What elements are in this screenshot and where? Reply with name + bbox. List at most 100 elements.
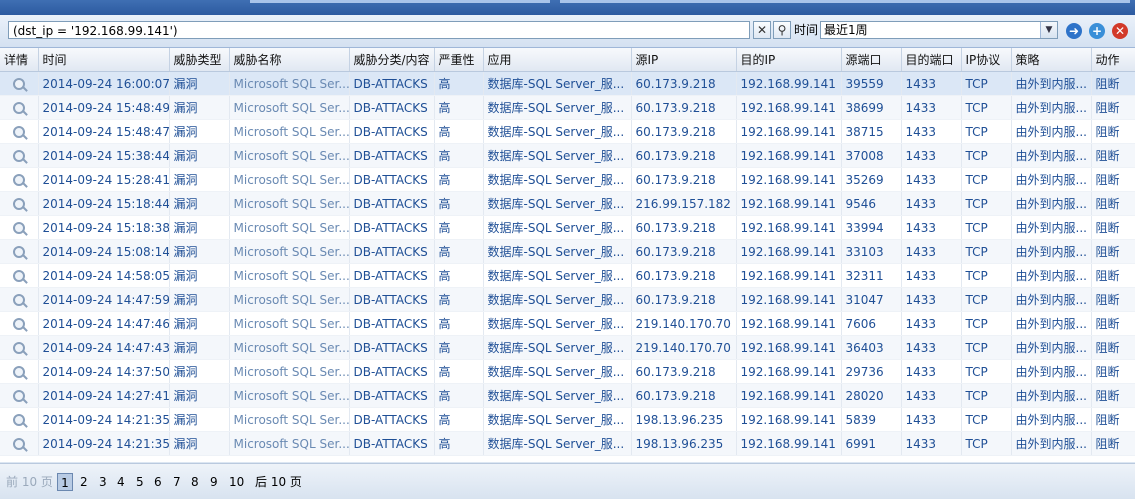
table-cell[interactable]: 数据库-SQL Server_服... xyxy=(483,263,632,288)
table-row[interactable]: 2014-09-24 16:00:07 漏洞 Microsoft SQL Ser..… xyxy=(0,71,1135,96)
table-cell[interactable]: 阻断 xyxy=(1091,263,1135,288)
table-cell[interactable]: 阻断 xyxy=(1091,167,1135,192)
table-row[interactable]: 2014-09-24 14:21:35 漏洞 Microsoft SQL Ser..… xyxy=(0,407,1135,432)
table-cell[interactable]: 阻断 xyxy=(1091,311,1135,336)
column-header[interactable]: 动作 xyxy=(1091,48,1135,72)
page-link[interactable]: 3 xyxy=(99,473,107,491)
table-cell[interactable]: DB-ATTACKS xyxy=(349,71,435,96)
table-cell[interactable]: 数据库-SQL Server_服... xyxy=(483,143,632,168)
table-cell[interactable]: 数据库-SQL Server_服... xyxy=(483,383,632,408)
magnifier-icon[interactable] xyxy=(12,294,25,306)
table-cell[interactable]: DB-ATTACKS xyxy=(349,143,435,168)
table-row[interactable]: 2014-09-24 15:08:14 漏洞 Microsoft SQL Ser..… xyxy=(0,239,1135,264)
column-header[interactable]: 威胁分类/内容 xyxy=(349,48,435,72)
table-cell[interactable]: 漏洞 xyxy=(169,191,230,216)
table-cell[interactable]: 漏洞 xyxy=(169,143,230,168)
table-cell[interactable]: 由外到内服... xyxy=(1011,119,1092,144)
column-header[interactable]: 时间 xyxy=(38,48,170,72)
table-cell[interactable]: 数据库-SQL Server_服... xyxy=(483,191,632,216)
table-cell[interactable]: DB-ATTACKS xyxy=(349,119,435,144)
search-icon[interactable]: ⚲ xyxy=(773,21,791,39)
table-cell[interactable]: 漏洞 xyxy=(169,95,230,120)
table-cell[interactable]: Microsoft SQL Ser... xyxy=(229,359,350,384)
table-cell[interactable]: DB-ATTACKS xyxy=(349,359,435,384)
table-cell[interactable]: 数据库-SQL Server_服... xyxy=(483,431,632,456)
table-cell[interactable]: Microsoft SQL Ser... xyxy=(229,263,350,288)
table-cell[interactable]: 由外到内服... xyxy=(1011,335,1092,360)
page-link[interactable]: 7 xyxy=(173,473,181,491)
column-header[interactable]: 威胁名称 xyxy=(229,48,350,72)
table-cell[interactable]: DB-ATTACKS xyxy=(349,311,435,336)
table-cell[interactable]: Microsoft SQL Ser... xyxy=(229,383,350,408)
table-cell[interactable]: Microsoft SQL Ser... xyxy=(229,239,350,264)
table-cell[interactable]: DB-ATTACKS xyxy=(349,287,435,312)
table-cell[interactable]: 阻断 xyxy=(1091,119,1135,144)
column-header[interactable]: 严重性 xyxy=(434,48,484,72)
table-cell[interactable]: 阻断 xyxy=(1091,95,1135,120)
table-cell[interactable]: 阻断 xyxy=(1091,431,1135,456)
page-link[interactable]: 6 xyxy=(154,473,162,491)
column-header[interactable]: 源IP xyxy=(631,48,737,72)
page-link[interactable]: 2 xyxy=(80,473,88,491)
table-cell[interactable]: Microsoft SQL Ser... xyxy=(229,71,350,96)
table-cell[interactable]: DB-ATTACKS xyxy=(349,167,435,192)
table-cell[interactable]: 数据库-SQL Server_服... xyxy=(483,95,632,120)
table-cell[interactable]: DB-ATTACKS xyxy=(349,431,435,456)
table-cell[interactable]: 数据库-SQL Server_服... xyxy=(483,71,632,96)
table-cell[interactable]: 阻断 xyxy=(1091,335,1135,360)
table-cell[interactable]: 漏洞 xyxy=(169,431,230,456)
column-header[interactable]: 威胁类型 xyxy=(169,48,230,72)
page-link[interactable]: 8 xyxy=(191,473,199,491)
table-cell[interactable]: Microsoft SQL Ser... xyxy=(229,287,350,312)
table-cell[interactable]: 阻断 xyxy=(1091,359,1135,384)
table-cell[interactable]: 由外到内服... xyxy=(1011,167,1092,192)
search-input[interactable]: (dst_ip = '192.168.99.141') xyxy=(8,21,750,39)
magnifier-icon[interactable] xyxy=(12,318,25,330)
magnifier-icon[interactable] xyxy=(12,150,25,162)
page-link[interactable]: 5 xyxy=(136,473,144,491)
magnifier-icon[interactable] xyxy=(12,174,25,186)
chevron-down-icon[interactable]: ▼ xyxy=(1040,22,1057,38)
page-link[interactable]: 4 xyxy=(117,473,125,491)
magnifier-icon[interactable] xyxy=(12,438,25,450)
table-cell[interactable]: 由外到内服... xyxy=(1011,287,1092,312)
magnifier-icon[interactable] xyxy=(12,126,25,138)
table-cell[interactable]: DB-ATTACKS xyxy=(349,263,435,288)
table-cell[interactable]: 漏洞 xyxy=(169,383,230,408)
table-cell[interactable]: Microsoft SQL Ser... xyxy=(229,191,350,216)
table-cell[interactable]: 阻断 xyxy=(1091,239,1135,264)
table-cell[interactable]: 由外到内服... xyxy=(1011,359,1092,384)
magnifier-icon[interactable] xyxy=(12,78,25,90)
table-cell[interactable]: 漏洞 xyxy=(169,215,230,240)
page-link[interactable]: 1 xyxy=(57,473,73,491)
table-cell[interactable]: Microsoft SQL Ser... xyxy=(229,143,350,168)
table-cell[interactable]: 阻断 xyxy=(1091,287,1135,312)
table-cell[interactable]: 数据库-SQL Server_服... xyxy=(483,119,632,144)
table-cell[interactable]: 数据库-SQL Server_服... xyxy=(483,167,632,192)
table-cell[interactable]: 由外到内服... xyxy=(1011,263,1092,288)
page-link[interactable]: 9 xyxy=(210,473,218,491)
table-cell[interactable]: Microsoft SQL Ser... xyxy=(229,119,350,144)
table-cell[interactable]: Microsoft SQL Ser... xyxy=(229,215,350,240)
table-cell[interactable]: 数据库-SQL Server_服... xyxy=(483,215,632,240)
table-cell[interactable]: 由外到内服... xyxy=(1011,71,1092,96)
table-cell[interactable]: 漏洞 xyxy=(169,263,230,288)
table-row[interactable]: 2014-09-24 15:18:44 漏洞 Microsoft SQL Ser..… xyxy=(0,191,1135,216)
magnifier-icon[interactable] xyxy=(12,342,25,354)
table-row[interactable]: 2014-09-24 14:27:41 漏洞 Microsoft SQL Ser..… xyxy=(0,383,1135,408)
table-cell[interactable]: 漏洞 xyxy=(169,335,230,360)
close-icon[interactable]: ✕ xyxy=(753,21,771,39)
next-pages-link[interactable]: 后 10 页 xyxy=(255,473,302,491)
table-row[interactable]: 2014-09-24 15:38:44 漏洞 Microsoft SQL Ser..… xyxy=(0,143,1135,168)
table-cell[interactable]: 漏洞 xyxy=(169,119,230,144)
table-cell[interactable]: DB-ATTACKS xyxy=(349,407,435,432)
table-row[interactable]: 2014-09-24 14:47:46 漏洞 Microsoft SQL Ser..… xyxy=(0,311,1135,336)
table-cell[interactable]: 由外到内服... xyxy=(1011,311,1092,336)
table-cell[interactable]: 由外到内服... xyxy=(1011,95,1092,120)
table-cell[interactable]: DB-ATTACKS xyxy=(349,191,435,216)
table-row[interactable]: 2014-09-24 15:18:38 漏洞 Microsoft SQL Ser..… xyxy=(0,215,1135,240)
magnifier-icon[interactable] xyxy=(12,102,25,114)
table-cell[interactable]: Microsoft SQL Ser... xyxy=(229,407,350,432)
time-range-select[interactable]: 最近1周 ▼ xyxy=(820,21,1058,39)
table-cell[interactable]: 数据库-SQL Server_服... xyxy=(483,239,632,264)
